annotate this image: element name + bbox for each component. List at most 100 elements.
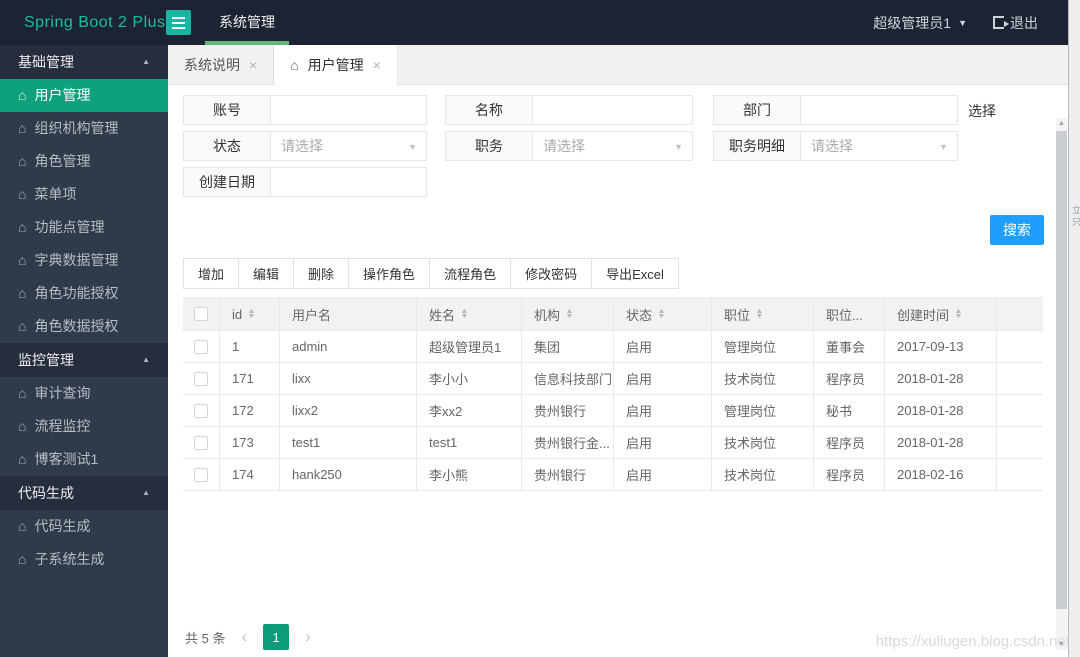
position-detail-select[interactable]: 请选择 ▼ bbox=[801, 132, 957, 160]
row-checkbox[interactable] bbox=[194, 339, 208, 354]
table-row[interactable]: 1 admin 超级管理员1 集团 启用 管理岗位 董事会 2017-09-13 bbox=[183, 331, 1043, 363]
field-label: 账号 bbox=[184, 96, 271, 124]
sidebar-item[interactable]: ⌂ 角色功能授权 bbox=[0, 277, 168, 310]
table-cell: 启用 bbox=[613, 427, 711, 458]
name-input[interactable] bbox=[533, 96, 692, 124]
content-scrollbar[interactable]: ▲ ▼ bbox=[1056, 118, 1067, 650]
table-cell: 2018-02-16 bbox=[884, 459, 996, 490]
sort-icon[interactable]: ▲ ▼ bbox=[755, 308, 764, 320]
prev-page-button[interactable]: ‹ bbox=[241, 624, 247, 650]
toolbar-button[interactable]: 编辑 bbox=[238, 258, 295, 289]
toolbar-button[interactable]: 导出Excel bbox=[591, 258, 679, 289]
search-button[interactable]: 搜索 bbox=[990, 215, 1044, 245]
scrollbar-thumb[interactable] bbox=[1056, 131, 1067, 609]
table-row[interactable]: 172 lixx2 李xx2 贵州银行 启用 管理岗位 秘书 2018-01-28 bbox=[183, 395, 1043, 427]
sidebar-item[interactable]: ⌂ 流程监控 bbox=[0, 410, 168, 443]
position-select[interactable]: 请选择 ▼ bbox=[533, 132, 692, 160]
row-checkbox[interactable] bbox=[194, 403, 208, 418]
department-pick-link[interactable]: 选择 bbox=[968, 101, 996, 121]
row-checkbox[interactable] bbox=[194, 371, 208, 386]
toolbar-button[interactable]: 修改密码 bbox=[510, 258, 593, 289]
sidebar-item-label: 流程监控 bbox=[34, 418, 91, 434]
sidebar-item[interactable]: ⌂ 审计查询 bbox=[0, 377, 168, 410]
create-date-input[interactable] bbox=[271, 168, 426, 196]
next-page-button[interactable]: › bbox=[305, 624, 311, 650]
row-filler-cell bbox=[996, 459, 1043, 490]
row-checkbox-cell bbox=[183, 331, 219, 362]
table-cell: 2018-01-28 bbox=[884, 427, 996, 458]
close-icon[interactable]: × bbox=[249, 57, 257, 73]
sidebar-item[interactable]: ⌂ 代码生成 bbox=[0, 510, 168, 543]
sort-icon[interactable]: ▲ ▼ bbox=[954, 308, 963, 320]
section-label: 代码生成 bbox=[18, 485, 74, 501]
sidebar-item[interactable]: ⌂ 字典数据管理 bbox=[0, 244, 168, 277]
current-page-button[interactable]: 1 bbox=[263, 624, 290, 650]
sidebar-section-header[interactable]: 监控管理 ▲ bbox=[0, 343, 168, 377]
section-label: 基础管理 bbox=[18, 54, 74, 70]
sidebar-item[interactable]: ⌂ 角色数据授权 bbox=[0, 310, 168, 343]
toolbar-button[interactable]: 删除 bbox=[293, 258, 350, 289]
toolbar-button[interactable]: 增加 bbox=[183, 258, 240, 289]
form-field-position: 职务 请选择 ▼ bbox=[445, 131, 693, 161]
logout-button[interactable]: 退出 bbox=[993, 13, 1038, 33]
navbar-right: 超级管理员1 ▼ 退出 bbox=[873, 0, 1038, 45]
sidebar-item[interactable]: ⌂ 组织机构管理 bbox=[0, 112, 168, 145]
sidebar-section-header[interactable]: 基础管理 ▲ bbox=[0, 45, 168, 79]
column-header[interactable]: id ▲ ▼ bbox=[219, 298, 279, 330]
sidebar-item[interactable]: ⌂ 功能点管理 bbox=[0, 211, 168, 244]
sidebar-item-label: 角色功能授权 bbox=[34, 285, 119, 301]
sidebar-item-label: 角色管理 bbox=[34, 153, 91, 169]
tab[interactable]: ⌂ 用户管理 × bbox=[274, 45, 398, 85]
column-header[interactable]: 姓名 ▲ ▼ bbox=[416, 298, 521, 330]
toolbar-button[interactable]: 操作角色 bbox=[348, 258, 431, 289]
chevron-down-icon: ▼ bbox=[958, 17, 967, 28]
tab-label: 用户管理 bbox=[307, 57, 364, 73]
sort-icon[interactable]: ▲ ▼ bbox=[247, 308, 256, 320]
home-icon: ⌂ bbox=[18, 120, 27, 136]
column-header[interactable]: 状态 ▲ ▼ bbox=[613, 298, 711, 330]
column-header[interactable]: 职位 ▲ ▼ bbox=[711, 298, 813, 330]
table-row[interactable]: 173 test1 test1 贵州银行金... 启用 技术岗位 程序员 2018-01-28 bbox=[183, 427, 1043, 459]
select-all-checkbox[interactable] bbox=[194, 307, 208, 321]
sidebar-item-label: 组织机构管理 bbox=[34, 120, 119, 136]
menu-toggle-button[interactable] bbox=[166, 10, 191, 35]
toolbar-button[interactable]: 流程角色 bbox=[429, 258, 512, 289]
row-checkbox[interactable] bbox=[194, 467, 208, 482]
table-row[interactable]: 171 lixx 李小小 信息科技部门 启用 技术岗位 程序员 2018-01-28 bbox=[183, 363, 1043, 395]
sidebar-item[interactable]: ⌂ 角色管理 bbox=[0, 145, 168, 178]
close-icon[interactable]: × bbox=[373, 57, 381, 73]
sidebar-section-header[interactable]: 代码生成 ▲ bbox=[0, 476, 168, 510]
sort-icon[interactable]: ▲ ▼ bbox=[460, 308, 469, 320]
sidebar-item-label: 审计查询 bbox=[34, 385, 91, 401]
sort-desc-icon: ▼ bbox=[565, 313, 574, 320]
account-input[interactable] bbox=[271, 96, 426, 124]
sidebar-item-label: 博客测试1 bbox=[34, 451, 99, 467]
table-cell: admin bbox=[279, 331, 416, 362]
sort-icon[interactable]: ▲ ▼ bbox=[565, 308, 574, 320]
department-input[interactable] bbox=[801, 96, 957, 124]
column-header[interactable]: 机构 ▲ ▼ bbox=[521, 298, 613, 330]
row-checkbox-cell bbox=[183, 395, 219, 426]
user-dropdown[interactable]: 超级管理员1 ▼ bbox=[873, 13, 967, 33]
sidebar-item[interactable]: ⌂ 博客测试1 bbox=[0, 443, 168, 476]
chevron-down-icon: ▼ bbox=[674, 142, 683, 152]
column-header[interactable]: 职位... bbox=[813, 298, 884, 330]
table-cell: 信息科技部门 bbox=[521, 363, 613, 394]
sidebar-item[interactable]: ⌂ 用户管理 bbox=[0, 79, 168, 112]
row-checkbox[interactable] bbox=[194, 435, 208, 450]
status-select[interactable]: 请选择 ▼ bbox=[271, 132, 426, 160]
sidebar-item[interactable]: ⌂ 菜单项 bbox=[0, 178, 168, 211]
scroll-up-icon[interactable]: ▲ bbox=[1056, 120, 1067, 127]
table-cell: 管理岗位 bbox=[711, 331, 813, 362]
column-header[interactable]: 创建时间 ▲ ▼ bbox=[884, 298, 996, 330]
field-label: 职务明细 bbox=[714, 132, 801, 160]
nav-item-system-management[interactable]: 系统管理 bbox=[205, 0, 289, 45]
table-row[interactable]: 174 hank250 李小熊 贵州银行 启用 技术岗位 程序员 2018-02-16 bbox=[183, 459, 1043, 491]
header-filler-cell bbox=[996, 298, 1043, 330]
sort-icon[interactable]: ▲ ▼ bbox=[657, 308, 666, 320]
sidebar-item[interactable]: ⌂ 子系统生成 bbox=[0, 543, 168, 576]
table-cell: 秘书 bbox=[813, 395, 884, 426]
table-body: 1 admin 超级管理员1 集团 启用 管理岗位 董事会 2017-09-13 171 lixx… bbox=[183, 331, 1043, 491]
tab[interactable]: 系统说明 × bbox=[168, 45, 275, 85]
column-header[interactable]: 用户名 bbox=[279, 298, 416, 330]
